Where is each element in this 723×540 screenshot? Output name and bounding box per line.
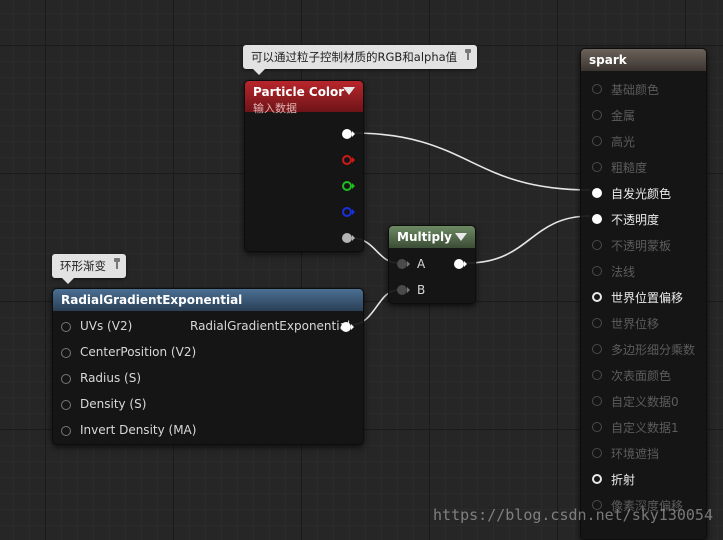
particle-color-node[interactable]: Particle Color 输入数据	[244, 80, 364, 252]
wire-particle-rgb-to-emissive	[351, 132, 591, 191]
particle-color-comment[interactable]: 可以通过粒子控制材质的RGB和alpha值	[243, 45, 478, 75]
spark-material-node[interactable]: spark 基础颜色金属高光粗糙度自发光颜色不透明度不透明蒙板法线世界位置偏移世…	[580, 48, 707, 540]
multiply-input-b-pin[interactable]	[397, 284, 410, 296]
spark-input-pin[interactable]	[592, 84, 602, 94]
spark-input-label: 金属	[611, 109, 636, 123]
collapse-chevron-icon[interactable]	[343, 87, 355, 95]
radial-gradient-title: RadialGradientExponential	[61, 293, 243, 307]
particle-color-rgba-output-pin[interactable]	[342, 128, 355, 140]
spark-input-pin[interactable]	[592, 162, 602, 172]
radial-gradient-output-label: RadialGradientExponential	[190, 319, 351, 333]
uvs-input-pin[interactable]	[61, 321, 73, 333]
spark-input-label: 不透明度	[611, 213, 660, 227]
pushpin-icon[interactable]	[113, 258, 121, 270]
multiply-title: Multiply	[397, 230, 452, 244]
particle-color-a-output-pin[interactable]	[342, 232, 355, 244]
radial-gradient-header[interactable]: RadialGradientExponential	[53, 289, 363, 311]
spark-input-label: 折射	[611, 473, 636, 487]
spark-input-pin[interactable]	[592, 448, 602, 458]
density-input-label: Density (S)	[80, 397, 147, 411]
multiply-header[interactable]: Multiply	[389, 226, 475, 248]
wire-multiply-to-opacity	[466, 215, 591, 264]
invert-density-input-label: Invert Density (MA)	[80, 423, 197, 437]
spark-input-pin[interactable]	[592, 188, 602, 198]
particle-color-header[interactable]: Particle Color 输入数据	[245, 81, 363, 115]
spark-input-label: 自发光颜色	[611, 187, 672, 201]
radial-gradient-comment[interactable]: 环形渐变	[52, 254, 126, 284]
collapse-chevron-icon[interactable]	[455, 233, 467, 241]
spark-input-label: 高光	[611, 135, 636, 149]
radial-gradient-comment-text: 环形渐变	[60, 259, 106, 273]
pushpin-icon[interactable]	[464, 49, 472, 61]
multiply-input-a-label: A	[417, 257, 426, 271]
radius-input-label: Radius (S)	[80, 371, 142, 385]
spark-input-pin[interactable]	[592, 266, 602, 276]
spark-input-pin[interactable]	[592, 396, 602, 406]
radius-input-pin[interactable]	[61, 373, 73, 385]
spark-input-label: 基础颜色	[611, 83, 660, 97]
uvs-input-label: UVs (V2)	[80, 319, 133, 333]
spark-input-label: 世界位置偏移	[611, 291, 684, 305]
particle-color-r-output-pin[interactable]	[342, 154, 355, 166]
spark-input-pin[interactable]	[592, 214, 602, 224]
spark-input-pin[interactable]	[592, 370, 602, 380]
spark-input-pin[interactable]	[592, 422, 602, 432]
density-input-pin[interactable]	[61, 399, 73, 411]
spark-header[interactable]: spark	[581, 49, 706, 71]
spark-input-label: 不透明蒙板	[611, 239, 672, 253]
radial-gradient-output-pin[interactable]	[341, 321, 354, 333]
particle-color-g-output-pin[interactable]	[342, 180, 355, 192]
particle-color-b-output-pin[interactable]	[342, 206, 355, 218]
spark-input-label: 世界位移	[611, 317, 660, 331]
center-position-input-pin[interactable]	[61, 347, 73, 359]
spark-input-label: 粗糙度	[611, 161, 648, 175]
spark-input-label: 自定义数据1	[611, 421, 679, 435]
spark-input-label: 自定义数据0	[611, 395, 679, 409]
spark-input-pin[interactable]	[592, 136, 602, 146]
particle-color-comment-text: 可以通过粒子控制材质的RGB和alpha值	[251, 50, 458, 64]
spark-input-label: 环境遮挡	[611, 447, 660, 461]
spark-input-pin[interactable]	[592, 344, 602, 354]
multiply-input-b-label: B	[417, 283, 426, 297]
multiply-output-pin[interactable]	[454, 258, 467, 270]
spark-input-pin[interactable]	[592, 474, 602, 484]
spark-input-pin[interactable]	[592, 292, 602, 302]
radial-gradient-node[interactable]: RadialGradientExponential RadialGradient…	[52, 288, 364, 445]
center-position-input-label: CenterPosition (V2)	[80, 345, 197, 359]
spark-title: spark	[589, 53, 627, 67]
spark-input-label: 多边形细分乘数	[611, 343, 696, 357]
invert-density-input-pin[interactable]	[61, 425, 73, 437]
multiply-node[interactable]: Multiply A B	[388, 225, 476, 304]
particle-color-title: Particle Color	[253, 85, 345, 99]
spark-input-label: 法线	[611, 265, 636, 279]
spark-input-pin[interactable]	[592, 318, 602, 328]
multiply-input-a-pin[interactable]	[397, 258, 410, 270]
watermark-text: https://blog.csdn.net/sky130054	[433, 506, 713, 524]
spark-input-label: 次表面颜色	[611, 369, 672, 383]
spark-input-pin[interactable]	[592, 240, 602, 250]
spark-input-pin[interactable]	[592, 110, 602, 120]
particle-color-subtitle: 输入数据	[253, 102, 297, 115]
